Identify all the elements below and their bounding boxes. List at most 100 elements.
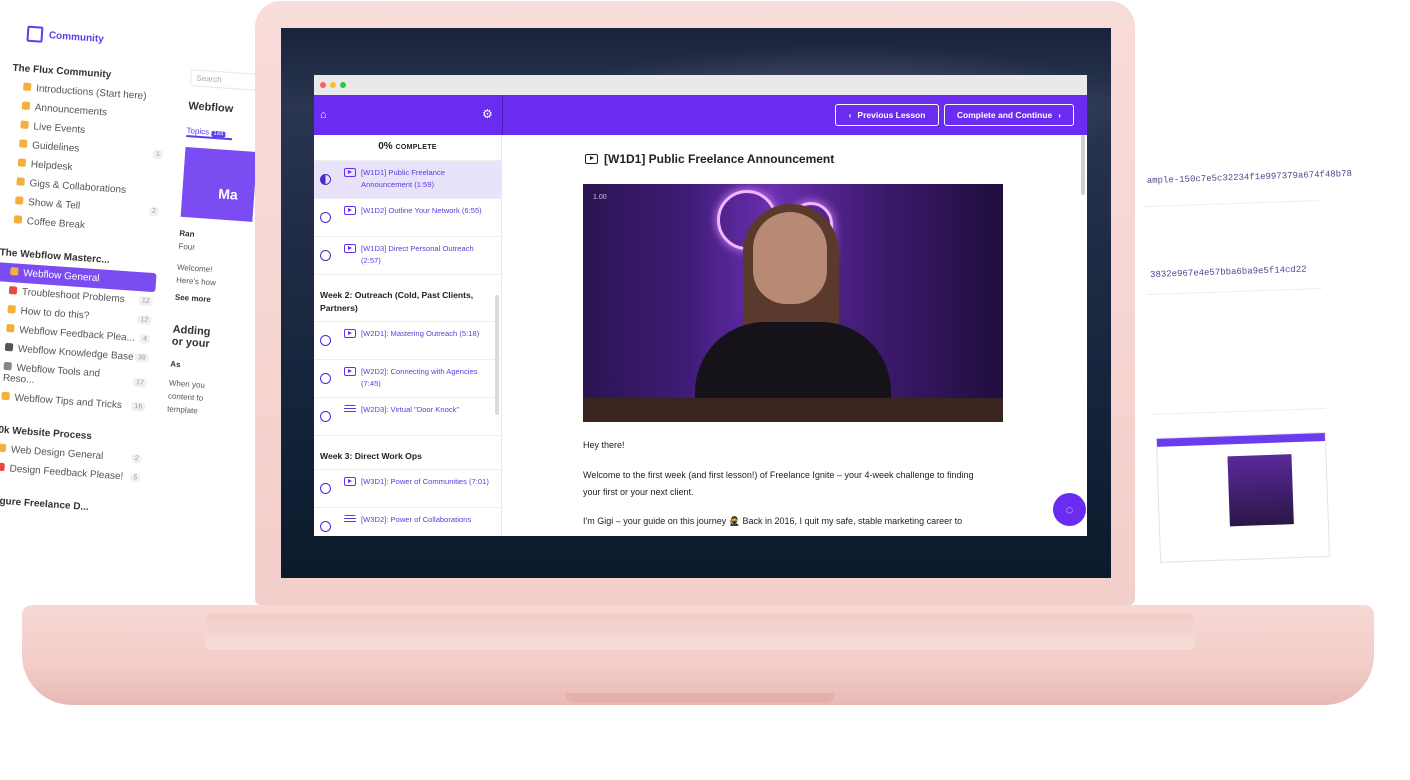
- channel-label: Guidelines: [31, 140, 80, 155]
- video-lesson-icon: [344, 477, 356, 486]
- channel-label: Show & Tell: [27, 197, 81, 212]
- divider: [1143, 200, 1319, 208]
- text-lesson-icon: [344, 515, 356, 524]
- hero-stage: Community The Flux Community Introductio…: [0, 0, 1410, 780]
- feed-banner: Ma: [180, 146, 258, 222]
- video-lesson-icon: [344, 168, 356, 177]
- lesson-label: [W2D2]: Connecting with Agencies (7:45): [361, 367, 478, 388]
- channel-emoji-icon: [10, 267, 19, 276]
- lesson-paragraph-line: your first or your next client.: [583, 487, 694, 497]
- channel-count: 39: [134, 352, 149, 363]
- progress-percent: 0%: [378, 141, 393, 152]
- progress-indicator: 0% COMPLETE: [314, 135, 501, 161]
- channel-emoji-icon: [13, 215, 23, 224]
- channel-label: Web Design General: [10, 444, 104, 462]
- home-icon[interactable]: ⌂: [320, 109, 327, 121]
- channel-count: 17: [132, 377, 148, 388]
- channel-count: 1: [152, 149, 164, 160]
- channel-count: 2: [131, 453, 142, 464]
- channel-count: 5: [130, 472, 141, 483]
- channel-label: Live Events: [33, 121, 86, 136]
- presenter-face: [753, 212, 827, 304]
- search-input[interactable]: Search: [189, 69, 263, 92]
- divider: [1150, 407, 1326, 416]
- channel-emoji-icon: [0, 462, 5, 472]
- topbar-divider: [502, 95, 503, 135]
- see-more-link[interactable]: See more: [174, 291, 247, 309]
- lesson-label: [W2D1]: Mastering Outreach (5:18): [361, 329, 480, 338]
- channel-label: Webflow General: [22, 267, 100, 285]
- incomplete-status-icon: [320, 373, 331, 384]
- channel-emoji-icon: [6, 323, 15, 333]
- text-lesson-icon: [344, 405, 356, 414]
- complete-continue-button[interactable]: Complete and Continue ›: [944, 104, 1074, 126]
- channel-emoji-icon: [8, 286, 18, 295]
- community-sidebar: Community The Flux Community Introductio…: [0, 18, 184, 569]
- lesson-item-active[interactable]: [W1D1] Public Freelance Announcement (1:…: [314, 161, 501, 199]
- course-topbar: ⌂ ⚙ ‹ Previous Lesson Complete and Conti…: [314, 95, 1087, 135]
- video-icon: [585, 154, 598, 164]
- right-background-panel: ample-150c7e5c32234f1e997379a674f48b78 3…: [1138, 40, 1352, 566]
- incomplete-status-icon: [320, 212, 331, 223]
- desk: [583, 398, 1003, 422]
- lesson-item[interactable]: [W3D2]: Power of Collaborations: [314, 508, 501, 536]
- previous-lesson-label: Previous Lesson: [857, 110, 926, 120]
- playback-speed[interactable]: 1.00: [593, 194, 607, 201]
- video-player[interactable]: 1.00: [583, 184, 1003, 422]
- video-lesson-icon: [344, 367, 356, 376]
- tab-count: 144: [211, 130, 226, 138]
- community-brand-label: Community: [48, 29, 105, 45]
- community-logo-icon: [26, 25, 44, 43]
- channel-emoji-icon: [22, 82, 32, 92]
- incomplete-status-icon: [320, 250, 331, 261]
- tab-topics[interactable]: Topics 144: [186, 126, 233, 141]
- gear-icon[interactable]: ⚙: [482, 107, 493, 121]
- channel-count: 12: [137, 315, 152, 325]
- channel-emoji-icon: [19, 139, 28, 148]
- channel-count: 16: [131, 401, 146, 412]
- in-progress-status-icon: [320, 174, 331, 185]
- lesson-title-text: [W1D1] Public Freelance Announcement: [604, 152, 835, 166]
- minimize-window-icon[interactable]: [330, 82, 336, 88]
- lesson-label: [W3D2]: Power of Collaborations: [361, 515, 472, 524]
- channel-emoji-icon: [3, 361, 12, 371]
- channel-emoji-icon: [15, 196, 24, 205]
- lesson-item[interactable]: [W2D1]: Mastering Outreach (5:18): [314, 322, 501, 360]
- previous-lesson-button[interactable]: ‹ Previous Lesson: [835, 104, 939, 126]
- community-brand[interactable]: Community: [26, 25, 177, 52]
- channel-emoji-icon: [21, 101, 31, 111]
- channel-emoji-icon: [17, 158, 27, 167]
- lesson-label: [W1D1] Public Freelance Announcement (1:…: [361, 168, 445, 189]
- group-header[interactable]: 6 Figure Freelance D...: [0, 490, 145, 521]
- lesson-item[interactable]: [W2D2]: Connecting with Agencies (7:45): [314, 360, 501, 398]
- channel-emoji-icon: [16, 177, 25, 186]
- channel-emoji-icon: [7, 304, 16, 314]
- mini-video-thumbnail: [1227, 454, 1294, 527]
- incomplete-status-icon: [320, 335, 331, 346]
- course-sidebar: 0% COMPLETE [W1D1] Public Freelance Anno…: [314, 135, 502, 536]
- lesson-item[interactable]: [W2D3]: Virtual "Door Knock": [314, 398, 501, 436]
- lesson-item[interactable]: [W1D2] Outline Your Network (6:55): [314, 199, 501, 237]
- lesson-label: [W2D3]: Virtual "Door Knock": [361, 405, 460, 414]
- channel-emoji-icon: [4, 342, 14, 352]
- complete-continue-label: Complete and Continue: [956, 110, 1053, 120]
- channel-label: Design Feedback Please!: [9, 463, 124, 483]
- chat-bubble-button[interactable]: ◌: [1053, 493, 1086, 526]
- lesson-paragraph-line: Welcome to the first week (and first les…: [583, 470, 974, 480]
- video-lesson-icon: [344, 329, 356, 338]
- sidebar-scrollbar[interactable]: [495, 295, 499, 415]
- progress-label: COMPLETE: [395, 144, 437, 151]
- laptop-trackpad-lip: [565, 693, 835, 703]
- content-scrollbar[interactable]: [1081, 135, 1085, 195]
- lesson-item[interactable]: [W1D3] Direct Personal Outreach (2:57): [314, 237, 501, 275]
- maximize-window-icon[interactable]: [340, 82, 346, 88]
- channel-label: How to do this?: [20, 305, 90, 322]
- post-author[interactable]: As: [170, 357, 243, 375]
- close-window-icon[interactable]: [320, 82, 326, 88]
- channel-emoji-icon: [0, 443, 7, 453]
- incomplete-status-icon: [320, 521, 331, 532]
- banner-text: Ma: [217, 185, 239, 203]
- hash-text: 3832e967e4e57bba6ba9e5f14cd22: [1149, 264, 1307, 280]
- channel-count: 12: [138, 296, 153, 307]
- lesson-item[interactable]: [W3D1]: Power of Communities (7:01): [314, 470, 501, 508]
